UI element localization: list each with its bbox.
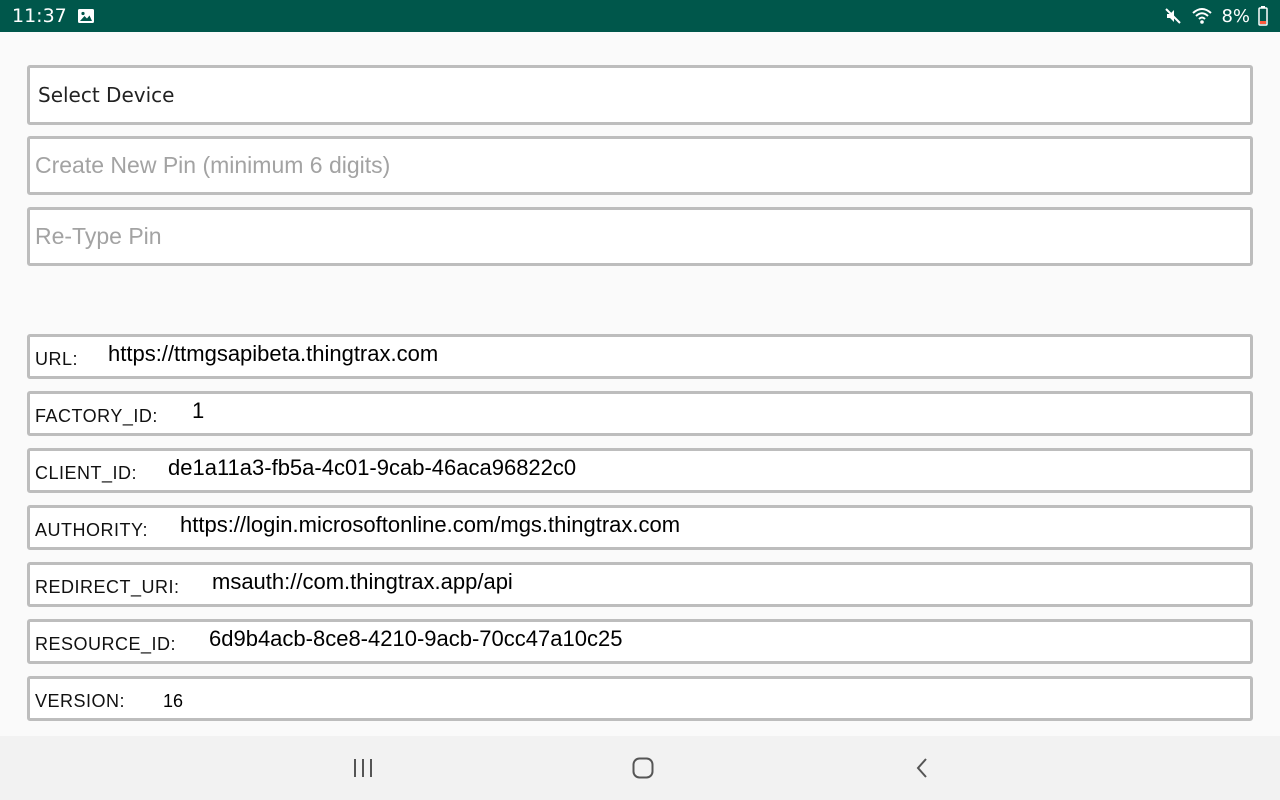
recent-apps-button[interactable] — [343, 754, 383, 782]
recent-apps-icon — [354, 759, 372, 777]
config-value: https://ttmgsapibeta.thingtrax.com — [108, 340, 439, 366]
retype-pin-field-container — [27, 207, 1253, 266]
status-bar: 11:37 8% — [0, 0, 1280, 32]
config-value: https://login.microsoftonline.com/mgs.th… — [180, 511, 681, 537]
image-notification-icon — [77, 8, 95, 24]
config-label: CLIENT_ID: — [35, 463, 138, 483]
new-pin-field[interactable] — [35, 152, 1250, 179]
back-button[interactable] — [903, 754, 943, 782]
config-value: 16 — [163, 691, 184, 711]
config-row-client-id: CLIENT_ID: de1a11a3-fb5a-4c01-9cab-46aca… — [27, 448, 1253, 493]
select-device-dropdown[interactable]: Select Device — [27, 65, 1253, 125]
navigation-bar — [0, 736, 1280, 800]
config-row-version: VERSION: 16 — [27, 676, 1253, 721]
retype-pin-field[interactable] — [35, 223, 1250, 250]
status-right: 8% — [1163, 6, 1268, 27]
config-label: AUTHORITY: — [35, 520, 149, 540]
home-button[interactable] — [623, 754, 663, 782]
config-label: RESOURCE_ID: — [35, 634, 177, 654]
mute-icon — [1163, 6, 1183, 26]
config-row-resource-id: RESOURCE_ID: 6d9b4acb-8ce8-4210-9acb-70c… — [27, 619, 1253, 664]
config-row-url: URL: https://ttmgsapibeta.thingtrax.com — [27, 334, 1253, 379]
battery-icon — [1258, 6, 1268, 26]
back-icon — [916, 758, 927, 778]
config-value: de1a11a3-fb5a-4c01-9cab-46aca96822c0 — [168, 454, 577, 480]
config-value: 6d9b4acb-8ce8-4210-9acb-70cc47a10c25 — [209, 625, 623, 651]
config-label: VERSION: — [35, 691, 126, 711]
config-label: FACTORY_ID: — [35, 406, 158, 426]
config-value: msauth://com.thingtrax.app/api — [212, 568, 513, 594]
select-device-label: Select Device — [38, 83, 175, 107]
status-left: 11:37 — [12, 5, 95, 27]
wifi-icon — [1191, 7, 1213, 25]
config-label: REDIRECT_URI: — [35, 577, 180, 597]
config-row-authority: AUTHORITY: https://login.microsoftonline… — [27, 505, 1253, 550]
config-row-redirect-uri: REDIRECT_URI: msauth://com.thingtrax.app… — [27, 562, 1253, 607]
status-time: 11:37 — [12, 5, 67, 27]
new-pin-field-container — [27, 136, 1253, 195]
home-icon — [632, 757, 654, 779]
config-value: 1 — [192, 397, 205, 423]
config-label: URL: — [35, 349, 79, 369]
battery-percent: 8% — [1221, 5, 1250, 27]
config-row-factory-id: FACTORY_ID: 1 — [27, 391, 1253, 436]
